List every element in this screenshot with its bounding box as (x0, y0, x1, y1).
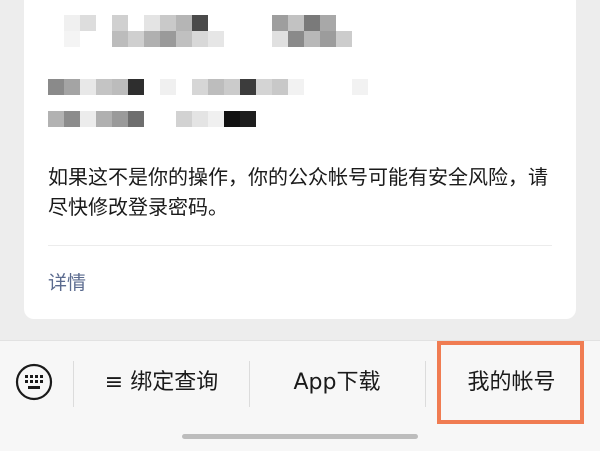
redacted-pixel (192, 111, 208, 127)
redacted-pixel (256, 79, 272, 95)
redacted-pixel (176, 31, 192, 47)
redacted-pixel (288, 15, 304, 31)
menu-item-app-download[interactable]: App下载 (249, 363, 425, 403)
redacted-pixel (272, 31, 288, 47)
redacted-pixel (208, 111, 224, 127)
redacted-pixel (128, 79, 144, 95)
redacted-pixel (48, 111, 64, 127)
redacted-pixel (80, 15, 96, 31)
menu-separator (425, 361, 426, 407)
redacted-pixel (320, 15, 336, 31)
redacted-pixel (272, 15, 288, 31)
redacted-pixel (304, 31, 320, 47)
redacted-pixel (208, 79, 224, 95)
divider (48, 245, 552, 246)
message-card: 如果这不是你的操作，你的公众帐号可能有安全风险，请尽快修改登录密码。 详情 (24, 0, 576, 319)
redacted-pixel (80, 79, 96, 95)
redacted-pixel (288, 79, 304, 95)
security-warning-text: 如果这不是你的操作，你的公众帐号可能有安全风险，请尽快修改登录密码。 (48, 165, 548, 219)
redacted-pixel (288, 31, 304, 47)
redacted-pixel (80, 111, 96, 127)
home-indicator (182, 434, 418, 439)
redacted-pixel (304, 15, 320, 31)
redacted-pixel (96, 79, 112, 95)
redacted-pixel (352, 79, 368, 95)
redacted-pixel (192, 31, 208, 47)
redacted-pixel (128, 31, 144, 47)
redacted-pixel (336, 31, 352, 47)
redacted-pixel (128, 111, 144, 127)
redacted-pixel (112, 15, 128, 31)
details-link[interactable]: 详情 (48, 270, 86, 296)
redacted-pixel (96, 111, 112, 127)
redacted-pixel (192, 15, 208, 31)
highlight-box (437, 341, 584, 424)
redacted-pixel (144, 15, 160, 31)
redacted-pixel (112, 31, 128, 47)
redacted-pixel (160, 15, 176, 31)
redacted-pixel (64, 111, 80, 127)
menu-item-binding-query[interactable]: ≡ 绑定查询 (74, 363, 249, 403)
redacted-pixel (240, 79, 256, 95)
redacted-pixel (112, 111, 128, 127)
redacted-pixel (64, 15, 80, 31)
redacted-pixel (48, 79, 64, 95)
redacted-pixel (176, 111, 192, 127)
redacted-pixel (208, 31, 224, 47)
redacted-pixel (64, 79, 80, 95)
redacted-pixel (192, 79, 208, 95)
redacted-pixel (272, 79, 288, 95)
redacted-pixel (224, 111, 240, 127)
keyboard-icon[interactable] (15, 363, 53, 401)
redacted-pixel (160, 79, 176, 95)
redacted-pixel (64, 31, 80, 47)
redacted-pixel (224, 79, 240, 95)
redacted-pixel (112, 79, 128, 95)
redacted-pixel (144, 31, 160, 47)
redacted-pixel (160, 31, 176, 47)
redacted-pixel (240, 111, 256, 127)
redacted-pixel (320, 31, 336, 47)
redacted-pixel (176, 15, 192, 31)
